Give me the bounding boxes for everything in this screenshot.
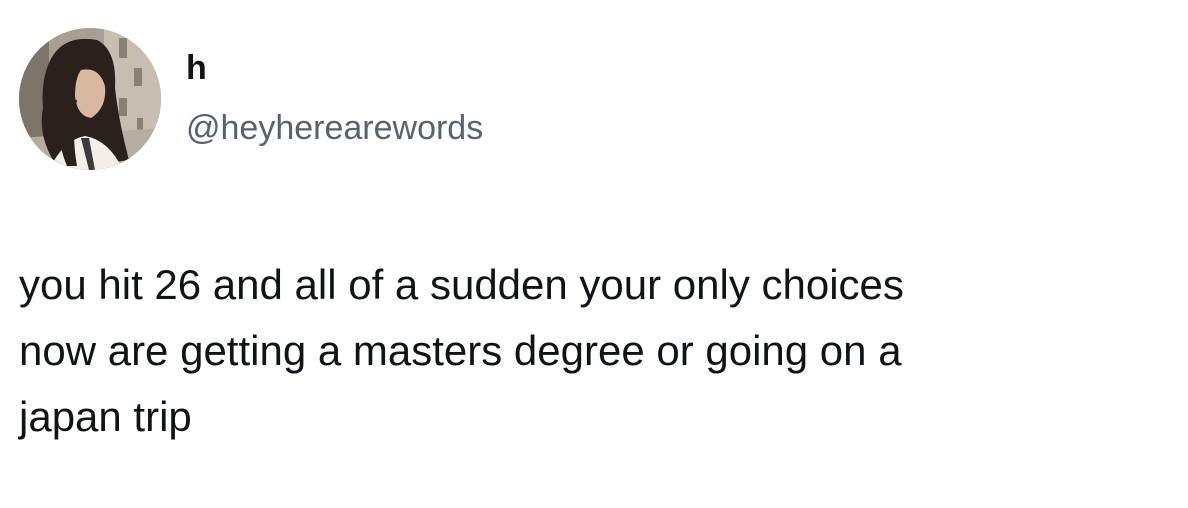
tweet-card: h @heyherearewords you hit 26 and all of… [0, 0, 1188, 508]
tweet-text-line: you hit 26 and all of a sudden your only… [19, 261, 904, 308]
profile-photo-icon [19, 28, 161, 170]
tweet-text: you hit 26 and all of a sudden your only… [19, 252, 1169, 450]
tweet-text-line: japan trip [19, 393, 192, 440]
display-name[interactable]: h [186, 48, 207, 88]
user-handle[interactable]: @heyherearewords [186, 108, 483, 148]
avatar[interactable] [19, 28, 161, 170]
tweet-text-line: now are getting a masters degree or goin… [19, 327, 902, 374]
